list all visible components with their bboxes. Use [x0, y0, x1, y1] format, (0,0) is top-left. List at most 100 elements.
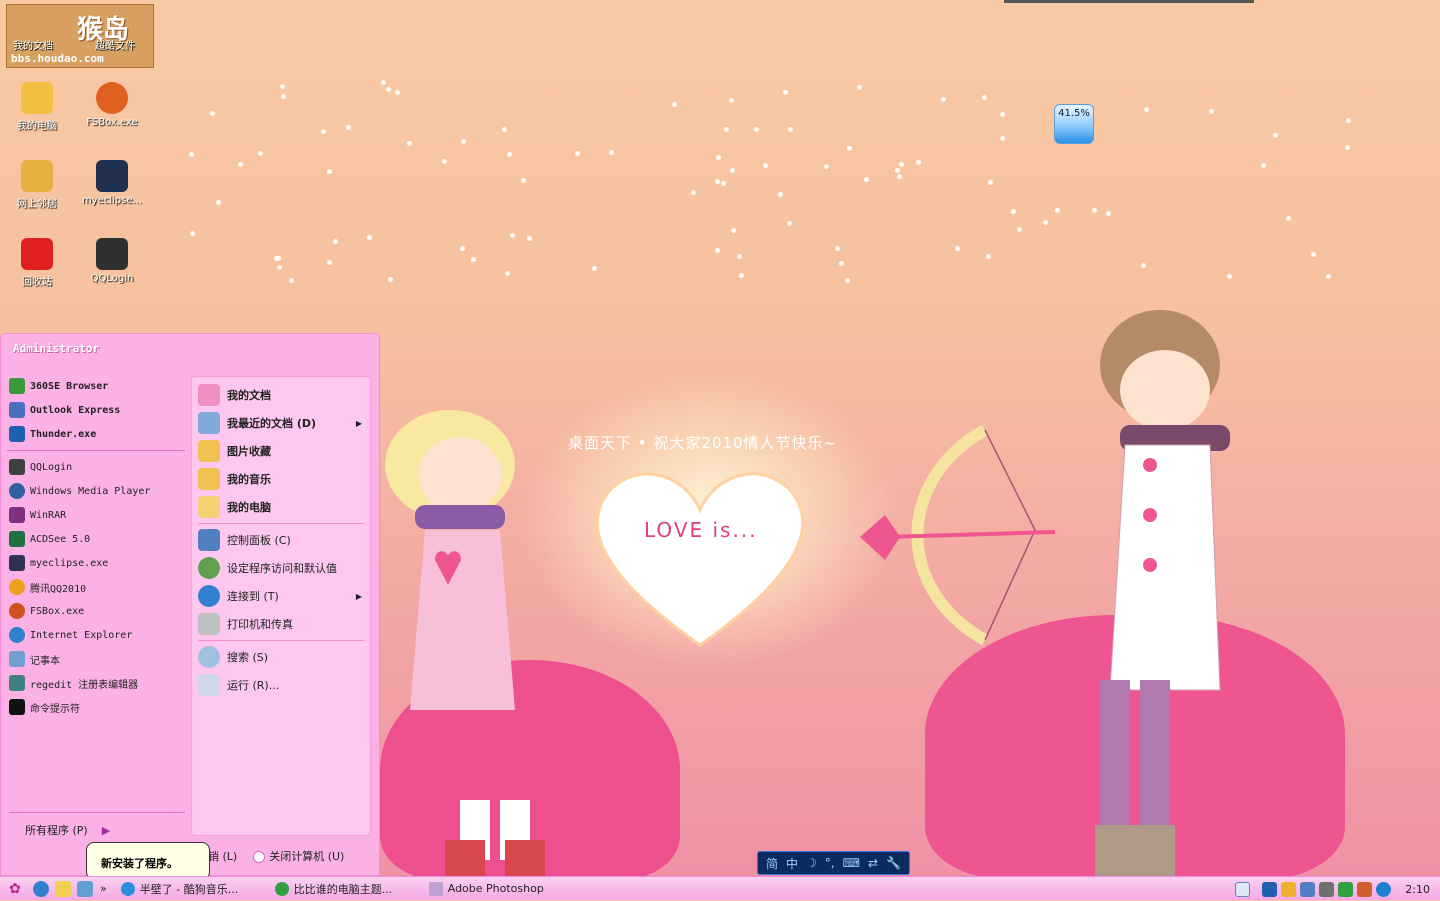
start-right-my-computer[interactable]: 我的电脑	[192, 493, 370, 521]
network-tray-icon[interactable]	[1300, 881, 1316, 897]
start-right-defaults[interactable]: 设定程序访问和默认值	[192, 554, 370, 582]
my-documents-icon	[198, 384, 220, 406]
girl-illustration	[385, 410, 545, 880]
desktop-icon-fsbox[interactable]: FSBox.exe	[77, 82, 147, 128]
start-right-label: 我的文档	[227, 389, 271, 402]
start-item-label: ACDSee 5.0	[30, 533, 91, 545]
start-item-fsbox[interactable]: FSBox.exe	[5, 599, 187, 623]
close-tray-icon[interactable]	[1376, 881, 1392, 897]
snow-dot	[999, 111, 1005, 117]
thunder-tray-icon[interactable]	[1262, 881, 1278, 897]
quicklaunch-overflow-button[interactable]: »	[100, 882, 107, 895]
ime-keyboard-icon[interactable]: ⌨	[843, 856, 860, 870]
start-item-qq2010[interactable]: 腾讯QQ2010	[5, 575, 187, 599]
snow-dot	[367, 234, 373, 240]
antivirus-tray-icon[interactable]	[1357, 881, 1373, 897]
snow-dot	[1010, 209, 1016, 215]
ime-punct-icon[interactable]: °,	[825, 856, 835, 870]
start-button[interactable]: ✿	[0, 878, 30, 900]
quicklaunch-ie-icon[interactable]	[33, 880, 49, 897]
start-item-label: Outlook Express	[30, 404, 121, 416]
snow-dot	[509, 233, 515, 239]
start-right-recent-docs[interactable]: 我最近的文档 (D) ▶	[192, 409, 370, 437]
snow-dot	[982, 95, 988, 101]
love-heart-illustration	[595, 472, 805, 647]
ime-mode-icon[interactable]: 简	[766, 855, 778, 872]
snow-dot	[332, 238, 338, 244]
start-item-qqlogin[interactable]: QQLogin	[5, 455, 187, 479]
ime-p-icon[interactable]	[1235, 881, 1251, 897]
start-item-myeclipse[interactable]: myeclipse.exe	[5, 551, 187, 575]
start-item-acdsee[interactable]: ACDSee 5.0	[5, 527, 187, 551]
start-item-outlook[interactable]: Outlook Express	[5, 398, 187, 422]
ime-chinese-icon[interactable]: 中	[786, 855, 798, 872]
start-right-run[interactable]: 运行 (R)...	[192, 671, 370, 699]
shutdown-button[interactable]: 关闭计算机 (U)	[253, 848, 344, 864]
desktop-icon-qqlogin[interactable]: QQLogin	[77, 238, 147, 284]
task-label: 比比谁的电脑主题...	[293, 882, 393, 896]
all-programs-button[interactable]: 所有程序 (P) ▶	[25, 822, 110, 838]
start-menu-left-pane: 360SE Browser Outlook Express Thunder.ex…	[5, 374, 187, 719]
recycle-bin-icon	[21, 238, 53, 270]
snow-dot	[1042, 219, 1048, 225]
cmd-icon	[9, 699, 25, 715]
snow-dot	[915, 160, 921, 166]
start-item-label: 360SE Browser	[30, 380, 109, 392]
snow-dot	[326, 259, 332, 265]
start-right-music[interactable]: 我的音乐	[192, 465, 370, 493]
quicklaunch-explorer-icon[interactable]	[77, 880, 93, 897]
battery-percent-widget[interactable]: 41.5%	[1054, 104, 1094, 144]
snow-dot	[999, 136, 1005, 142]
shield-tray-icon[interactable]	[1338, 881, 1354, 897]
printer-icon	[198, 613, 220, 635]
start-right-control-panel[interactable]: 控制面板 (C)	[192, 526, 370, 554]
computer-icon	[21, 82, 53, 114]
start-item-thunder[interactable]: Thunder.exe	[5, 422, 187, 446]
quicklaunch-desktop-icon[interactable]	[55, 880, 71, 897]
start-right-search[interactable]: 搜索 (S)	[192, 643, 370, 671]
ime-switch-icon[interactable]: ⇄	[868, 856, 878, 870]
task-kugou[interactable]: 半壁了 - 酷狗音乐...	[115, 879, 265, 899]
start-item-media-player[interactable]: Windows Media Player	[5, 479, 187, 503]
start-right-pictures[interactable]: 图片收藏	[192, 437, 370, 465]
snow-dot	[1285, 215, 1291, 221]
basketball-icon	[96, 82, 128, 114]
volume-tray-icon[interactable]	[1319, 881, 1335, 897]
snow-dot	[778, 192, 784, 198]
desktop-icon-network[interactable]: 网上邻居	[2, 160, 72, 210]
start-right-label: 我最近的文档 (D)	[227, 417, 317, 430]
snow-dot	[592, 266, 598, 272]
task-browser[interactable]: 比比谁的电脑主题...	[269, 879, 419, 899]
start-item-label: QQLogin	[30, 461, 73, 473]
desktop-icon-myeclipse[interactable]: myeclipse...	[77, 160, 147, 206]
ime-settings-icon[interactable]: 🔧	[886, 856, 901, 870]
start-right-separator	[198, 640, 364, 641]
connect-icon	[198, 585, 220, 607]
ime-halfwidth-icon[interactable]: ☽	[806, 856, 817, 870]
snow-dot	[954, 245, 960, 251]
start-item-360se[interactable]: 360SE Browser	[5, 374, 187, 398]
snow-dot	[715, 247, 721, 253]
start-item-cmd[interactable]: 命令提示符	[5, 695, 187, 719]
start-item-notepad[interactable]: 记事本	[5, 647, 187, 671]
qq-tray-icon[interactable]	[1281, 881, 1297, 897]
desktop-icon-my-computer[interactable]: 我的电脑	[2, 82, 72, 132]
ime-toolbar[interactable]: 简 中 ☽ °, ⌨ ⇄ 🔧	[757, 851, 910, 875]
control-panel-icon	[198, 529, 220, 551]
task-photoshop[interactable]: Adobe Photoshop	[423, 879, 573, 899]
new-program-balloon-tip[interactable]: 新安装了程序。	[86, 842, 210, 880]
desktop-icon-recycle-bin[interactable]: 回收站	[2, 238, 72, 288]
start-item-label: 命令提示符	[30, 703, 80, 715]
start-right-my-documents[interactable]: 我的文档	[192, 381, 370, 409]
desktop-icon-label: 我的电脑	[17, 121, 57, 132]
bow-and-arrow-illustration	[860, 424, 1056, 646]
start-right-printers[interactable]: 打印机和传真	[192, 610, 370, 638]
start-right-connect[interactable]: 连接到 (T) ▶	[192, 582, 370, 610]
start-item-regedit[interactable]: regedit 注册表编辑器	[5, 671, 187, 695]
balloon-text: 新安装了程序。	[101, 857, 178, 870]
start-item-label: myeclipse.exe	[30, 557, 109, 569]
start-item-winrar[interactable]: WinRAR	[5, 503, 187, 527]
snow-dot	[506, 151, 512, 157]
start-item-ie[interactable]: Internet Explorer	[5, 623, 187, 647]
start-right-label: 打印机和传真	[227, 618, 293, 631]
